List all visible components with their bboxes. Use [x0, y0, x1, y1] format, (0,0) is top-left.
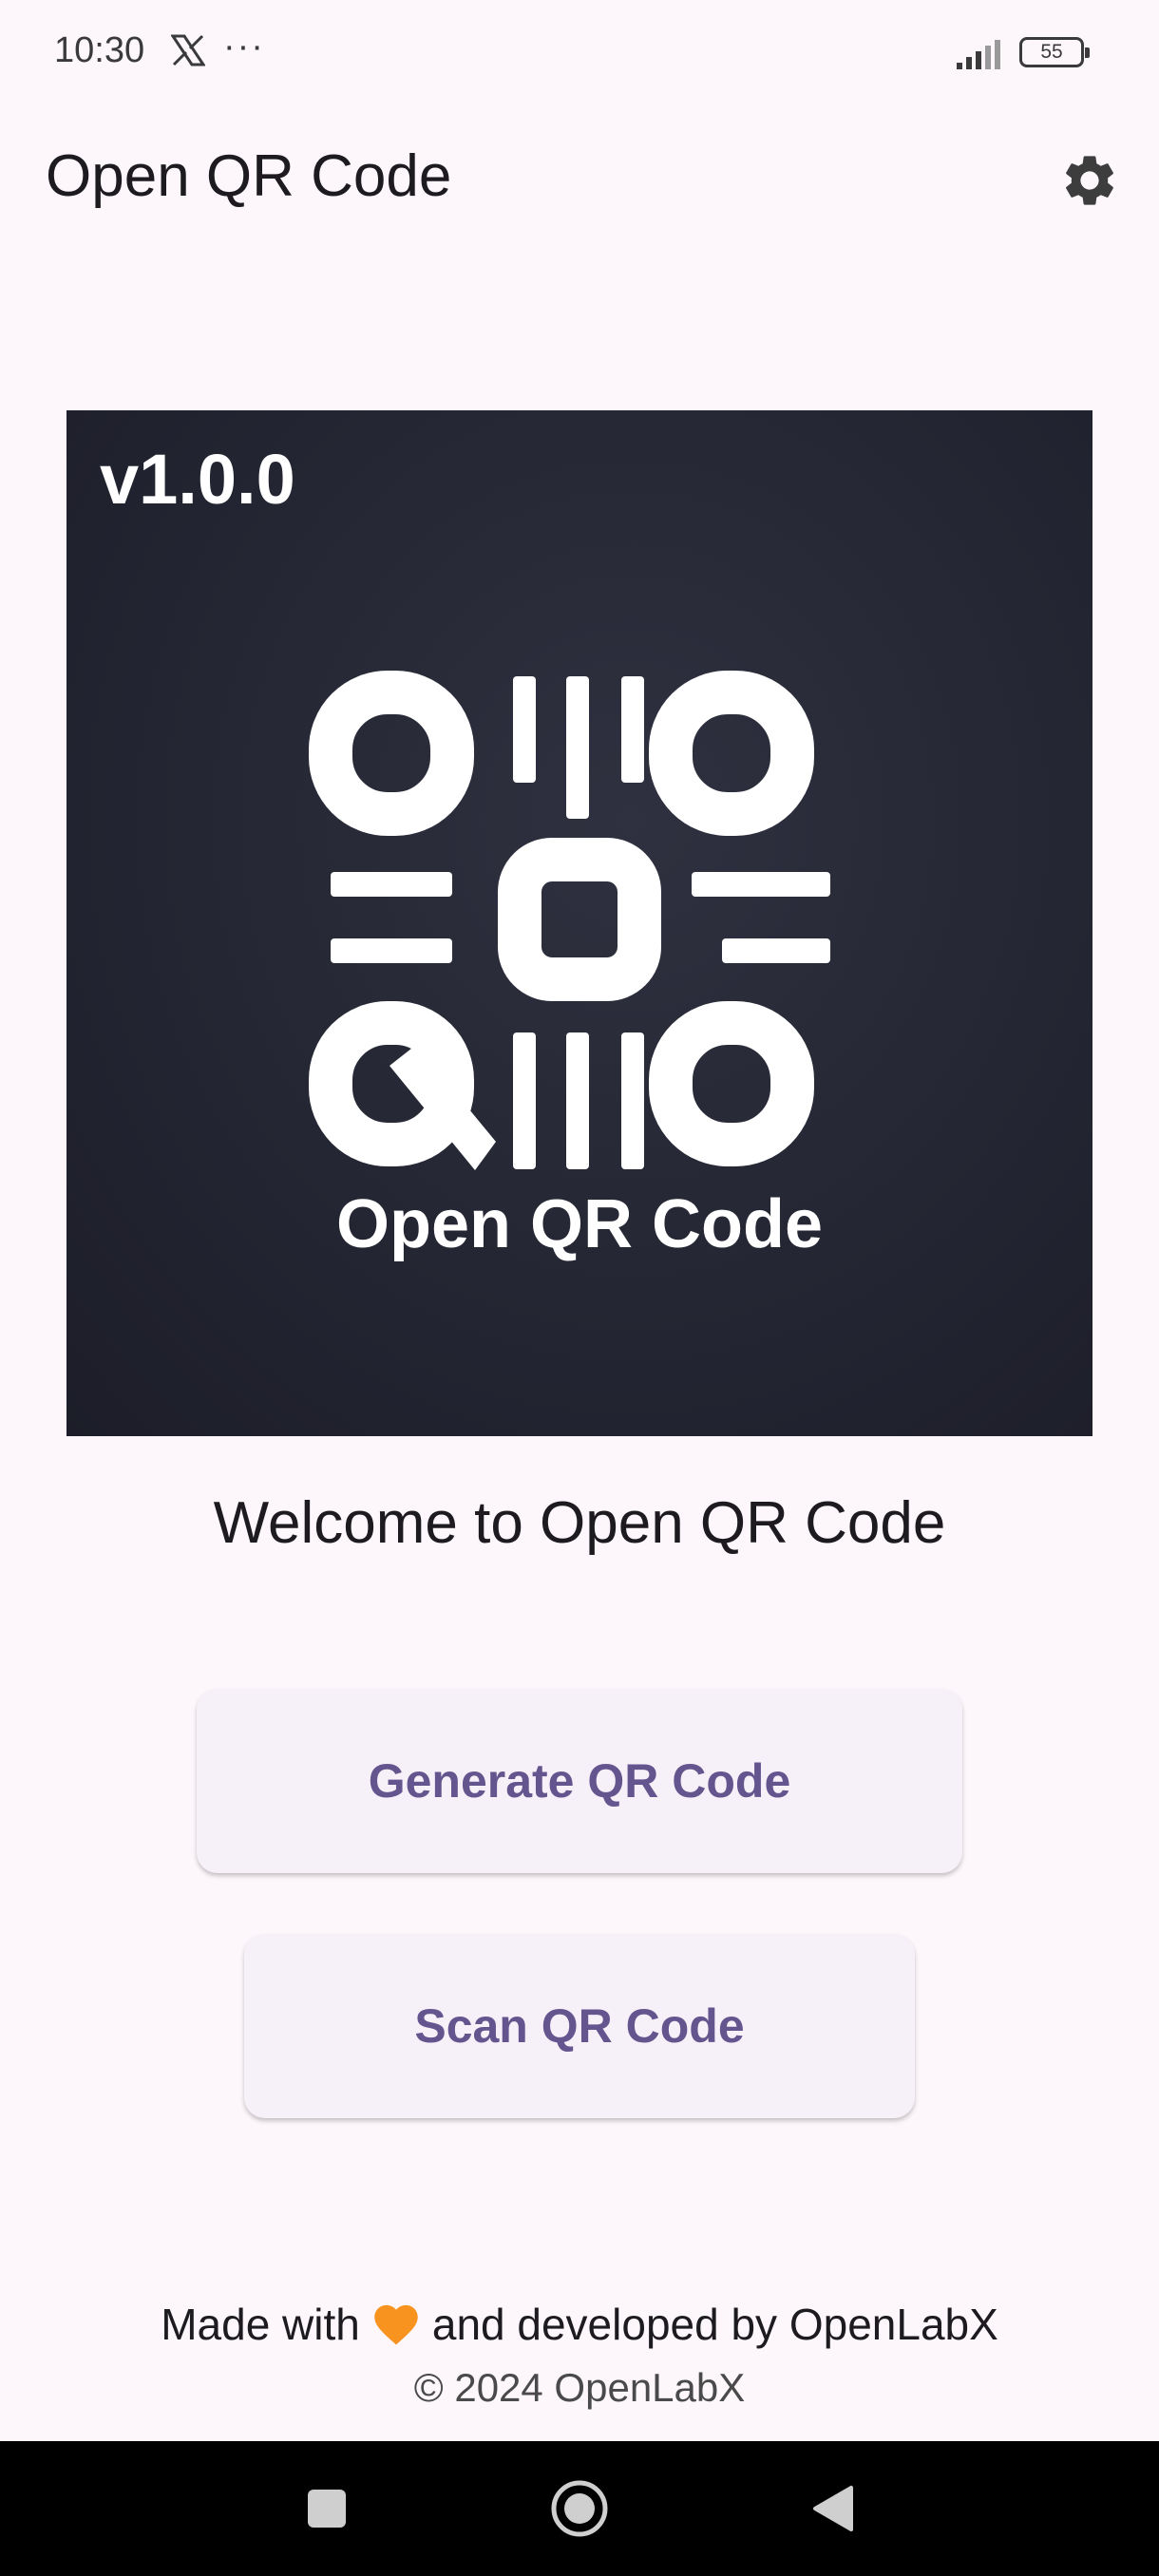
status-bar: 10:30 ··· 55 — [0, 0, 1159, 104]
square-icon — [308, 2490, 346, 2528]
recents-button[interactable] — [270, 2441, 384, 2576]
back-button[interactable] — [775, 2441, 889, 2576]
back-triangle-icon — [813, 2486, 853, 2531]
generate-qr-button[interactable]: Generate QR Code — [197, 1689, 962, 1873]
qr-logo-icon — [309, 671, 830, 1170]
footer-developer: and developed by OpenLabX — [431, 2300, 998, 2349]
battery-icon: 55 — [1019, 37, 1090, 67]
copyright-text: © 2024 OpenLabX — [413, 2365, 746, 2410]
banner-app-name: Open QR Code — [335, 1186, 823, 1262]
app-title: Open QR Code — [46, 143, 452, 209]
status-time: 10:30 — [54, 30, 145, 70]
x-logo-icon — [170, 34, 206, 71]
battery-level: 55 — [1040, 41, 1063, 63]
more-notifications-icon: ··· — [223, 27, 265, 66]
scan-qr-button[interactable]: Scan QR Code — [244, 1934, 915, 2118]
welcome-text: Welcome to Open QR Code — [213, 1490, 946, 1556]
gear-icon — [1066, 156, 1113, 205]
orange-heart-icon — [370, 2299, 423, 2357]
settings-button[interactable] — [1050, 141, 1130, 220]
home-circle-icon — [551, 2480, 608, 2537]
home-button[interactable] — [522, 2441, 636, 2576]
footer-made-with: Made with — [161, 2300, 360, 2349]
app-banner-image: v1.0.0 Open QR Code — [66, 410, 1092, 1436]
signal-icon — [955, 38, 1006, 75]
system-nav-bar — [0, 2441, 1159, 2576]
footer-credit: Made with and developed by OpenLabX — [0, 2299, 1159, 2357]
